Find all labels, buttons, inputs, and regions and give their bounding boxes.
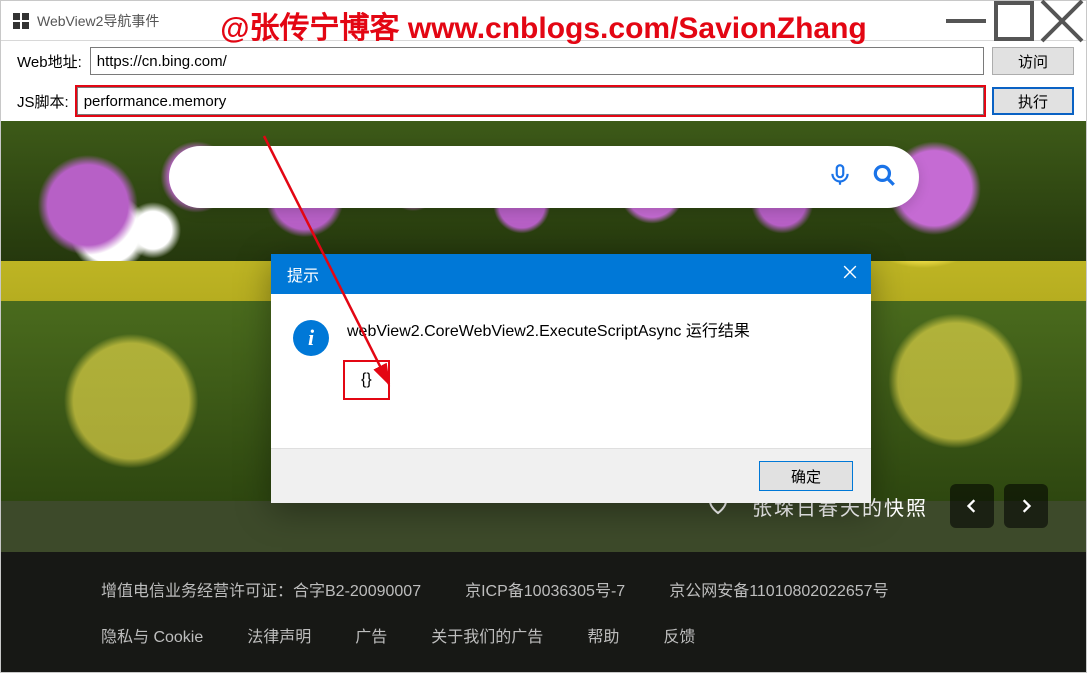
bing-search-box[interactable] bbox=[169, 146, 919, 208]
info-icon: i bbox=[293, 320, 329, 356]
dialog-close-button[interactable] bbox=[843, 265, 857, 284]
footer-link[interactable]: 广告 bbox=[355, 623, 387, 647]
minimize-button[interactable] bbox=[942, 1, 990, 41]
bing-footer: 增值电信业务经营许可证：合字B2-20090007 京ICP备10036305号… bbox=[1, 552, 1086, 672]
url-label: Web地址: bbox=[17, 51, 82, 72]
dialog-result-highlight: {} bbox=[343, 360, 390, 400]
js-input[interactable] bbox=[77, 87, 984, 115]
js-toolbar: JS脚本: 执行 bbox=[1, 81, 1086, 121]
navigate-button[interactable]: 访问 bbox=[992, 47, 1074, 75]
footer-link[interactable]: 反馈 bbox=[663, 623, 695, 647]
footer-link[interactable]: 关于我们的广告 bbox=[431, 623, 543, 647]
js-label: JS脚本: bbox=[17, 91, 69, 112]
close-button[interactable] bbox=[1038, 1, 1086, 41]
search-icon[interactable] bbox=[871, 162, 897, 193]
footer-link[interactable]: 增值电信业务经营许可证：合字B2-20090007 bbox=[101, 577, 421, 601]
footer-link[interactable]: 帮助 bbox=[587, 623, 619, 647]
footer-link[interactable]: 京公网安备11010802022657号 bbox=[669, 577, 888, 601]
next-image-button[interactable] bbox=[1004, 484, 1048, 528]
url-toolbar: Web地址: 访问 bbox=[1, 41, 1086, 81]
microphone-icon[interactable] bbox=[827, 162, 853, 193]
dialog-message-block: webView2.CoreWebView2.ExecuteScriptAsync… bbox=[347, 320, 750, 400]
dialog-message: webView2.CoreWebView2.ExecuteScriptAsync… bbox=[347, 320, 750, 344]
dialog-ok-button[interactable]: 确定 bbox=[759, 461, 853, 491]
dialog-titlebar: 提示 bbox=[271, 254, 871, 294]
maximize-button[interactable] bbox=[990, 1, 1038, 41]
footer-row-1: 增值电信业务经营许可证：合字B2-20090007 京ICP备10036305号… bbox=[101, 577, 986, 601]
dialog-title: 提示 bbox=[287, 262, 319, 286]
window-title: WebView2导航事件 bbox=[37, 11, 159, 31]
window-titlebar: WebView2导航事件 bbox=[1, 1, 1086, 41]
dialog-result-value: {} bbox=[361, 371, 372, 388]
footer-link[interactable]: 隐私与 Cookie bbox=[101, 623, 203, 647]
footer-link[interactable]: 法律声明 bbox=[247, 623, 311, 647]
url-input[interactable] bbox=[90, 47, 984, 75]
execute-button[interactable]: 执行 bbox=[992, 87, 1074, 115]
footer-link[interactable]: 京ICP备10036305号-7 bbox=[465, 577, 625, 601]
app-icon bbox=[13, 13, 29, 29]
result-dialog: 提示 i webView2.CoreWebView2.ExecuteScript… bbox=[271, 254, 871, 503]
dialog-footer: 确定 bbox=[271, 448, 871, 503]
footer-row-2: 隐私与 Cookie 法律声明 广告 关于我们的广告 帮助 反馈 bbox=[101, 623, 986, 647]
prev-image-button[interactable] bbox=[950, 484, 994, 528]
